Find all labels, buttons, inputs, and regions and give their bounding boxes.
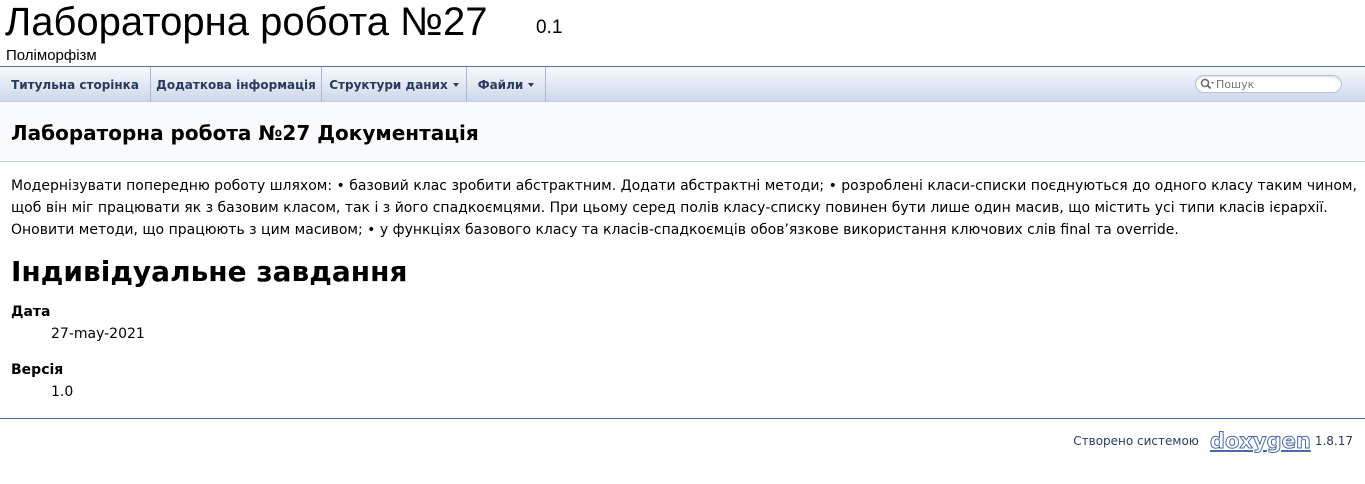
- page-title: Лабораторна робота №27 Документація: [11, 121, 479, 145]
- date-label: Дата: [11, 304, 51, 320]
- nav-files-label: Файли: [477, 77, 524, 92]
- caret-down-icon: [452, 83, 459, 87]
- doxygen-version: 1.8.17: [1314, 434, 1353, 448]
- search-input[interactable]: [1216, 77, 1336, 91]
- magnifier-icon[interactable]: [1200, 78, 1214, 90]
- page-contents: Модернізувати попередню роботу шляхом: •…: [11, 175, 1361, 400]
- generated-by-text: Створено системою: [1073, 434, 1199, 448]
- project-brief: Поліморфізм: [6, 47, 97, 64]
- caret-down-icon: [528, 83, 535, 87]
- nav-files[interactable]: Файли: [467, 67, 546, 102]
- main-nav: Титульна сторінка Додаткова інформація С…: [0, 66, 1365, 102]
- section-heading: Індивідуальне завдання: [11, 255, 408, 288]
- project-name: Лабораторна робота №27: [5, 0, 488, 44]
- footer-divider: [0, 418, 1365, 419]
- title-area: Лабораторна робота №27 0.1 Поліморфізм: [0, 0, 1365, 66]
- footer: Створено системою doxygen 1.8.17: [1073, 428, 1353, 454]
- nav-data-structures[interactable]: Структури даних: [322, 67, 467, 102]
- nav-data-structures-label: Структури даних: [329, 77, 448, 92]
- search-box[interactable]: [1195, 75, 1342, 93]
- doxygen-logo[interactable]: doxygen: [1209, 428, 1311, 454]
- nav-related-pages[interactable]: Додаткова інформація: [151, 67, 322, 102]
- version-value: 1.0: [51, 384, 74, 400]
- description-text: Модернізувати попередню роботу шляхом: •…: [11, 178, 1357, 238]
- nav-main-page-label: Титульна сторінка: [11, 77, 139, 92]
- nav-main-page[interactable]: Титульна сторінка: [0, 67, 151, 102]
- date-value: 27-may-2021: [51, 326, 145, 342]
- page-header: Лабораторна робота №27 Документація: [0, 102, 1365, 162]
- project-number: 0.1: [536, 17, 563, 38]
- nav-related-pages-label: Додаткова інформація: [156, 77, 316, 92]
- version-label: Версія: [11, 362, 64, 378]
